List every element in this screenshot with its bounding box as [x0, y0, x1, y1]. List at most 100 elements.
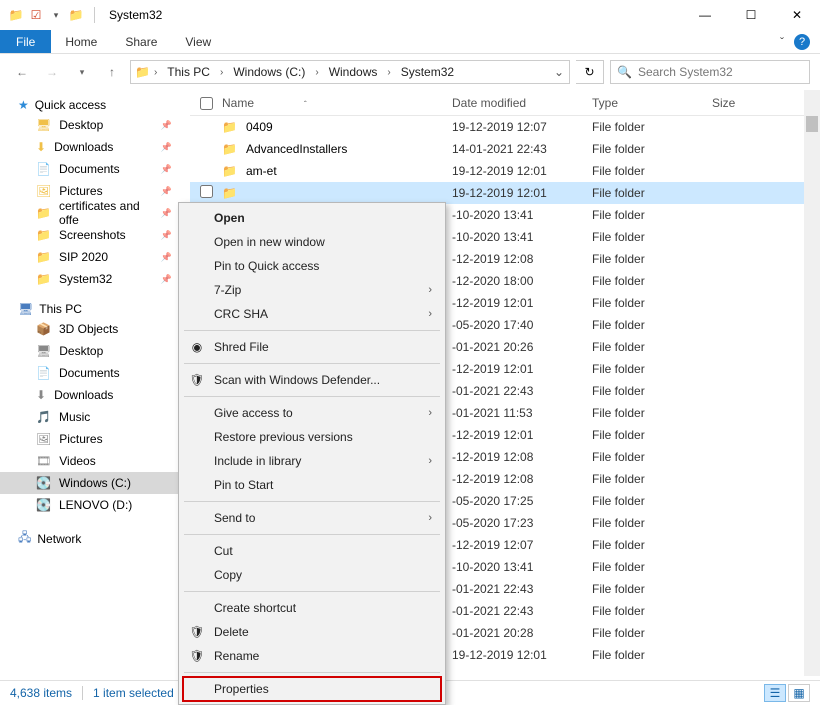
address-dropdown-icon[interactable]: ⌄ [549, 65, 569, 79]
separator [184, 672, 440, 673]
folder-icon: 🖼 [36, 184, 51, 198]
sidebar-item[interactable]: 🖥Desktop [0, 114, 190, 136]
row-checkbox[interactable] [200, 185, 213, 198]
chevron-right-icon[interactable]: › [387, 67, 390, 78]
scroll-thumb[interactable] [806, 116, 818, 132]
this-pc[interactable]: 🖥This PC [0, 300, 190, 318]
context-menu-item[interactable]: Open in new window [182, 230, 442, 254]
breadcrumb-segment[interactable]: Windows (C:) [227, 65, 311, 79]
network-icon: 🖧 [18, 528, 31, 549]
context-menu-item[interactable]: 🛡 Rename [182, 644, 442, 668]
help-icon[interactable]: ? [794, 34, 810, 50]
chevron-right-icon[interactable]: › [154, 67, 157, 78]
table-row[interactable]: 📁 19-12-2019 12:01 File folder [190, 182, 820, 204]
close-button[interactable]: ✕ [774, 0, 820, 30]
context-menu-item[interactable]: Pin to Quick access [182, 254, 442, 278]
breadcrumb-segment[interactable]: This PC [161, 65, 216, 79]
quick-access[interactable]: ★Quick access [0, 96, 190, 114]
drive-icon: 🎵 [36, 410, 51, 424]
item-count: 4,638 items [10, 686, 72, 700]
checkbox-icon[interactable]: ☑ [28, 7, 44, 23]
sidebar-item[interactable]: 📁System32 [0, 268, 190, 290]
context-menu-item[interactable]: ◉ Shred File [182, 335, 442, 359]
tab-home[interactable]: Home [51, 30, 111, 53]
drive-icon: 📦 [36, 322, 51, 336]
context-menu-item[interactable]: 🛡 Delete [182, 620, 442, 644]
tab-view[interactable]: View [171, 30, 225, 53]
details-view-button[interactable]: ☰ [764, 684, 786, 702]
file-tab[interactable]: File [0, 30, 51, 53]
folder-icon: 📁 [222, 142, 238, 156]
qat-dropdown-icon[interactable]: ▾ [48, 7, 64, 23]
context-menu-item[interactable]: 🛡 Scan with Windows Defender... [182, 368, 442, 392]
context-menu-item[interactable]: Open [182, 206, 442, 230]
select-all-checkbox[interactable] [200, 95, 222, 109]
sidebar-item[interactable]: ⬇Downloads [0, 384, 190, 406]
sidebar-item[interactable]: 🖼Pictures [0, 428, 190, 450]
context-menu-item[interactable]: CRC SHA › [182, 302, 442, 326]
context-menu-item[interactable]: Pin to Start [182, 473, 442, 497]
sidebar-item[interactable]: 📄Documents [0, 158, 190, 180]
sidebar-item[interactable]: 📄Documents [0, 362, 190, 384]
forward-button[interactable]: → [40, 60, 64, 84]
table-row[interactable]: 📁0409 19-12-2019 12:07 File folder [190, 116, 820, 138]
table-row[interactable]: 📁am-et 19-12-2019 12:01 File folder [190, 160, 820, 182]
sidebar-item[interactable]: 🖥Desktop [0, 340, 190, 362]
network[interactable]: 🖧Network [0, 526, 190, 551]
chevron-right-icon[interactable]: › [315, 67, 318, 78]
context-menu-item[interactable]: Include in library › [182, 449, 442, 473]
sidebar-item[interactable]: 💽LENOVO (D:) [0, 494, 190, 516]
col-type[interactable]: Type [592, 96, 712, 110]
scrollbar[interactable] [804, 90, 820, 676]
sidebar-item[interactable]: 📁Screenshots [0, 224, 190, 246]
folder-icon: 📁 [36, 206, 51, 220]
sidebar-item[interactable]: 📁certificates and offe [0, 202, 190, 224]
breadcrumb-segment[interactable]: System32 [395, 65, 460, 79]
sort-indicator-icon: ˆ [304, 100, 307, 109]
context-menu-item[interactable]: 7-Zip › [182, 278, 442, 302]
sidebar-item[interactable]: 🎞Videos [0, 450, 190, 472]
col-name[interactable]: Nameˆ [222, 96, 452, 110]
window-title: System32 [109, 8, 162, 22]
view-toggle: ☰ ▦ [764, 684, 810, 702]
back-button[interactable]: ← [10, 60, 34, 84]
address-bar[interactable]: 📁 › This PC › Windows (C:) › Windows › S… [130, 60, 570, 84]
separator [184, 330, 440, 331]
recent-dropdown-icon[interactable]: ▾ [70, 60, 94, 84]
sidebar-item[interactable]: 📦3D Objects [0, 318, 190, 340]
context-menu-item[interactable]: Properties [182, 677, 442, 701]
search-icon: 🔍 [617, 65, 632, 79]
window-controls: — ☐ ✕ [682, 0, 820, 30]
col-date[interactable]: Date modified [452, 96, 592, 110]
maximize-button[interactable]: ☐ [728, 0, 774, 30]
chevron-right-icon: › [428, 308, 432, 320]
context-menu-item[interactable]: Send to › [182, 506, 442, 530]
folder-icon: 📁 [68, 7, 84, 23]
sidebar-item[interactable]: ⬇Downloads [0, 136, 190, 158]
nav-row: ← → ▾ ↑ 📁 › This PC › Windows (C:) › Win… [0, 54, 820, 90]
search-input[interactable]: 🔍 Search System32 [610, 60, 810, 84]
selection-count: 1 item selected [93, 686, 174, 700]
sidebar-item[interactable]: 📁SIP 2020 [0, 246, 190, 268]
drive-icon: 🖼 [36, 432, 51, 446]
drive-icon: 🖥 [36, 344, 51, 358]
breadcrumb-segment[interactable]: Windows [323, 65, 384, 79]
ribbon-expand-icon[interactable]: ˇ [780, 35, 784, 49]
context-menu-item[interactable]: Create shortcut [182, 596, 442, 620]
chevron-right-icon[interactable]: › [220, 67, 223, 78]
drive-icon: ⬇ [36, 388, 46, 402]
context-menu-item[interactable]: Restore previous versions [182, 425, 442, 449]
sidebar-item[interactable]: 🎵Music [0, 406, 190, 428]
table-row[interactable]: 📁AdvancedInstallers 14-01-2021 22:43 Fil… [190, 138, 820, 160]
icons-view-button[interactable]: ▦ [788, 684, 810, 702]
up-button[interactable]: ↑ [100, 60, 124, 84]
col-size[interactable]: Size [712, 96, 772, 110]
tab-share[interactable]: Share [111, 30, 171, 53]
context-menu-item[interactable]: Give access to › [182, 401, 442, 425]
context-menu-item[interactable]: Cut [182, 539, 442, 563]
sidebar-item[interactable]: 💽Windows (C:) [0, 472, 190, 494]
refresh-button[interactable]: ↻ [576, 60, 604, 84]
menu-icon: 🛡 [188, 649, 206, 663]
minimize-button[interactable]: — [682, 0, 728, 30]
context-menu-item[interactable]: Copy [182, 563, 442, 587]
